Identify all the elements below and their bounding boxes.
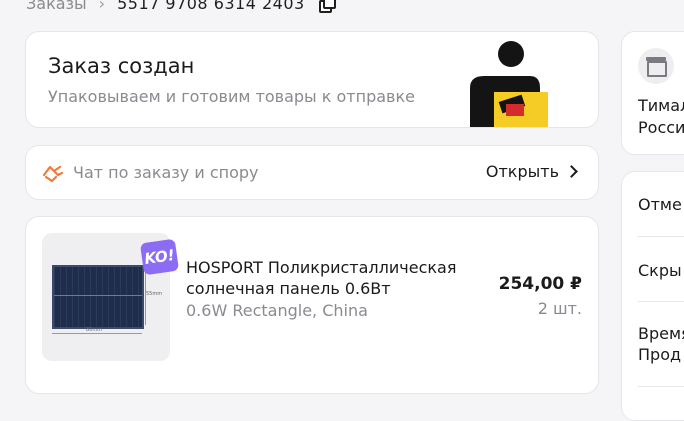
packing-illustration-icon: [470, 41, 548, 127]
protection-time-action-line: Прод: [638, 345, 682, 364]
breadcrumb: Заказы › 5517 9708 6314 2403: [26, 0, 336, 14]
open-chat-label: Открыть: [485, 162, 559, 181]
width-dimension-label: 80mm: [86, 327, 103, 333]
product-variant: 0.6W Rectangle, China: [186, 301, 368, 320]
protection-time-action[interactable]: Время: [638, 323, 684, 344]
order-chat-label: Чат по заказу и спору: [73, 163, 259, 182]
divider: [638, 236, 684, 237]
dimension-line: [52, 333, 142, 334]
seller-card: Тимал Росси: [621, 31, 684, 155]
order-actions-card: Отме Скры Время Прод: [621, 171, 684, 421]
product-quantity: 2 шт.: [537, 299, 582, 318]
chevron-right-icon: [565, 165, 578, 178]
seller-name-line: Росси: [638, 118, 684, 137]
handshake-icon: [42, 165, 64, 183]
promo-badge: KO!: [139, 238, 180, 276]
product-price: 254,00 ₽: [498, 274, 582, 294]
divider: [638, 386, 684, 387]
cancel-order-action[interactable]: Отме: [638, 194, 682, 215]
order-chat-card[interactable]: Чат по заказу и спору Открыть: [25, 145, 599, 200]
order-number: 5517 9708 6314 2403: [117, 0, 305, 13]
order-status-card: Заказ создан Упаковываем и готовим товар…: [25, 31, 599, 128]
product-name[interactable]: HOSPORT Поликристаллическая солнечная па…: [186, 257, 486, 299]
open-chat-button[interactable]: Открыть: [485, 162, 578, 181]
breadcrumb-separator: ›: [98, 0, 106, 13]
divider: [638, 301, 684, 302]
order-status-title: Заказ создан: [48, 54, 195, 78]
copy-icon[interactable]: [318, 0, 336, 13]
order-status-subtitle: Упаковываем и готовим товары к отправке: [48, 87, 415, 106]
hide-order-action[interactable]: Скры: [638, 260, 682, 281]
breadcrumb-orders-link[interactable]: Заказы: [26, 0, 87, 13]
solar-panel-image: [52, 265, 144, 329]
order-item-card: 80mm 55mm KO! HOSPORT Поликристаллическа…: [25, 216, 599, 394]
height-dimension-label: 55mm: [146, 291, 163, 297]
archive-box-icon: [638, 48, 674, 84]
seller-name-line: Тимал: [638, 96, 684, 115]
